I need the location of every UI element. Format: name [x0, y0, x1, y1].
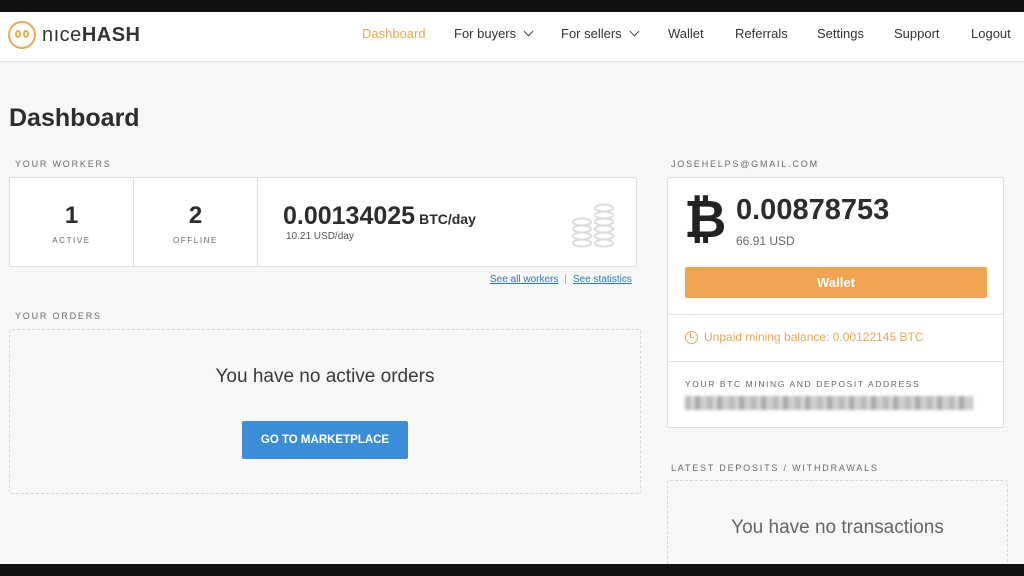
- nav-dashboard[interactable]: Dashboard: [362, 26, 426, 41]
- workers-section-label: YOUR WORKERS: [15, 159, 112, 169]
- see-statistics-link[interactable]: See statistics: [573, 274, 632, 285]
- transactions-section-label: LATEST DEPOSITS / WITHDRAWALS: [671, 463, 879, 473]
- divider: [668, 361, 1003, 362]
- nav-settings[interactable]: Settings: [817, 26, 864, 41]
- nav-logout[interactable]: Logout: [971, 26, 1011, 41]
- btc-balance: 0.00878753: [736, 194, 890, 226]
- rate-value: 0.00134025: [283, 202, 416, 230]
- offline-count: 2: [188, 202, 203, 229]
- rate-unit: BTC/day: [419, 211, 476, 227]
- transactions-empty-panel: You have no transactions: [667, 480, 1008, 564]
- wallet-button[interactable]: Wallet: [685, 267, 987, 298]
- orders-section-label: YOUR ORDERS: [15, 311, 102, 321]
- nav-wallet[interactable]: Wallet: [668, 26, 704, 41]
- page-title: Dashboard: [9, 104, 140, 132]
- nav-for-sellers[interactable]: For sellers: [561, 26, 640, 41]
- balance-usd: 66.91 USD: [736, 234, 795, 248]
- link-separator: |: [564, 274, 567, 285]
- chevron-down-icon: [523, 26, 534, 37]
- account-email: JOSEHELPS@GMAIL.COM: [671, 159, 819, 169]
- unpaid-balance: Unpaid mining balance: 0.00122145 BTC: [685, 330, 923, 344]
- active-label: ACTIVE: [52, 236, 91, 245]
- workers-summary-card: 1 ACTIVE 2 OFFLINE 0.00134025 BTC/day 10.…: [9, 177, 637, 267]
- offline-workers-stat: 2 OFFLINE: [134, 178, 257, 266]
- see-all-workers-link[interactable]: See all workers: [490, 274, 558, 285]
- go-to-marketplace-button[interactable]: GO TO MARKETPLACE: [242, 421, 408, 459]
- app-window: nıceHASH Dashboard For buyers For seller…: [0, 12, 1024, 564]
- profitability-rate: 0.00134025 BTC/day: [283, 202, 476, 231]
- no-transactions-text: You have no transactions: [731, 517, 944, 538]
- bitcoin-icon: ₿: [684, 191, 727, 249]
- top-navbar: nıceHASH Dashboard For buyers For seller…: [0, 12, 1024, 62]
- offline-label: OFFLINE: [173, 236, 218, 245]
- coins-stack-icon: [572, 203, 614, 248]
- divider: [257, 178, 258, 266]
- deposit-address-redacted[interactable]: [685, 396, 973, 410]
- divider: [668, 314, 1003, 315]
- worker-links: See all workers | See statistics: [490, 274, 632, 285]
- nav-support[interactable]: Support: [894, 26, 940, 41]
- unpaid-balance-text: Unpaid mining balance: 0.00122145 BTC: [704, 330, 924, 344]
- rate-usd: 10.21 USD/day: [286, 231, 354, 242]
- no-orders-text: You have no active orders: [215, 366, 435, 387]
- clock-icon: [685, 330, 698, 344]
- nav-for-buyers[interactable]: For buyers: [454, 26, 534, 41]
- deposit-address-label: YOUR BTC MINING AND DEPOSIT ADDRESS: [685, 379, 921, 389]
- active-count: 1: [64, 202, 79, 229]
- main-nav: Dashboard For buyers For sellers Wallet …: [0, 26, 1024, 50]
- active-workers-stat: 1 ACTIVE: [10, 178, 133, 266]
- nav-referrals[interactable]: Referrals: [735, 26, 788, 41]
- chevron-down-icon: [629, 26, 640, 37]
- orders-empty-panel: You have no active orders GO TO MARKETPL…: [9, 329, 641, 494]
- wallet-balance-card: ₿ 0.00878753 66.91 USD Wallet Unpaid min…: [667, 177, 1004, 428]
